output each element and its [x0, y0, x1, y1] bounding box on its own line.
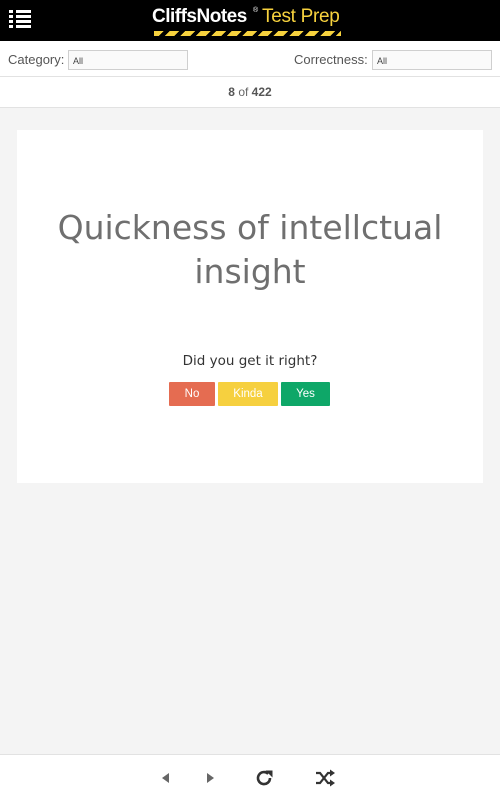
reload-icon: [256, 770, 273, 786]
counter-of: of: [238, 85, 249, 99]
card-counter: 8 of 422: [0, 77, 500, 108]
self-assessment-question: Did you get it right?: [182, 353, 318, 369]
logo-subtitle: Test Prep: [262, 6, 340, 27]
yes-button[interactable]: Yes: [281, 382, 330, 406]
current-card-number: 8: [228, 85, 235, 99]
kinda-button[interactable]: Kinda: [218, 382, 278, 406]
logo-caution-stripe: [154, 31, 341, 36]
flashcard[interactable]: Quickness of intellctual insight Did you…: [17, 130, 483, 483]
next-button[interactable]: [199, 767, 221, 789]
reload-button[interactable]: [253, 767, 275, 789]
previous-button[interactable]: [155, 767, 177, 789]
category-label: Category:: [8, 52, 65, 67]
app-logo: CliffsNotes ® Test Prep: [152, 3, 352, 39]
total-card-count: 422: [251, 85, 272, 99]
previous-icon: [162, 773, 169, 783]
no-button[interactable]: No: [169, 382, 215, 406]
flashcard-text: Quickness of intellctual insight: [57, 208, 443, 291]
bottom-toolbar: [0, 754, 500, 800]
app-header: CliffsNotes ® Test Prep: [0, 0, 500, 41]
logo-brand: CliffsNotes: [152, 6, 247, 27]
menu-button[interactable]: [9, 10, 31, 28]
next-icon: [207, 773, 214, 783]
filter-bar: Category: All Correctness: All: [0, 41, 500, 77]
correctness-label: Correctness:: [294, 52, 368, 67]
shuffle-icon: [316, 769, 335, 787]
category-select[interactable]: All: [68, 50, 188, 70]
correctness-select[interactable]: All: [372, 50, 492, 70]
logo-registered-mark: ®: [253, 7, 259, 14]
shuffle-button[interactable]: [314, 767, 336, 789]
